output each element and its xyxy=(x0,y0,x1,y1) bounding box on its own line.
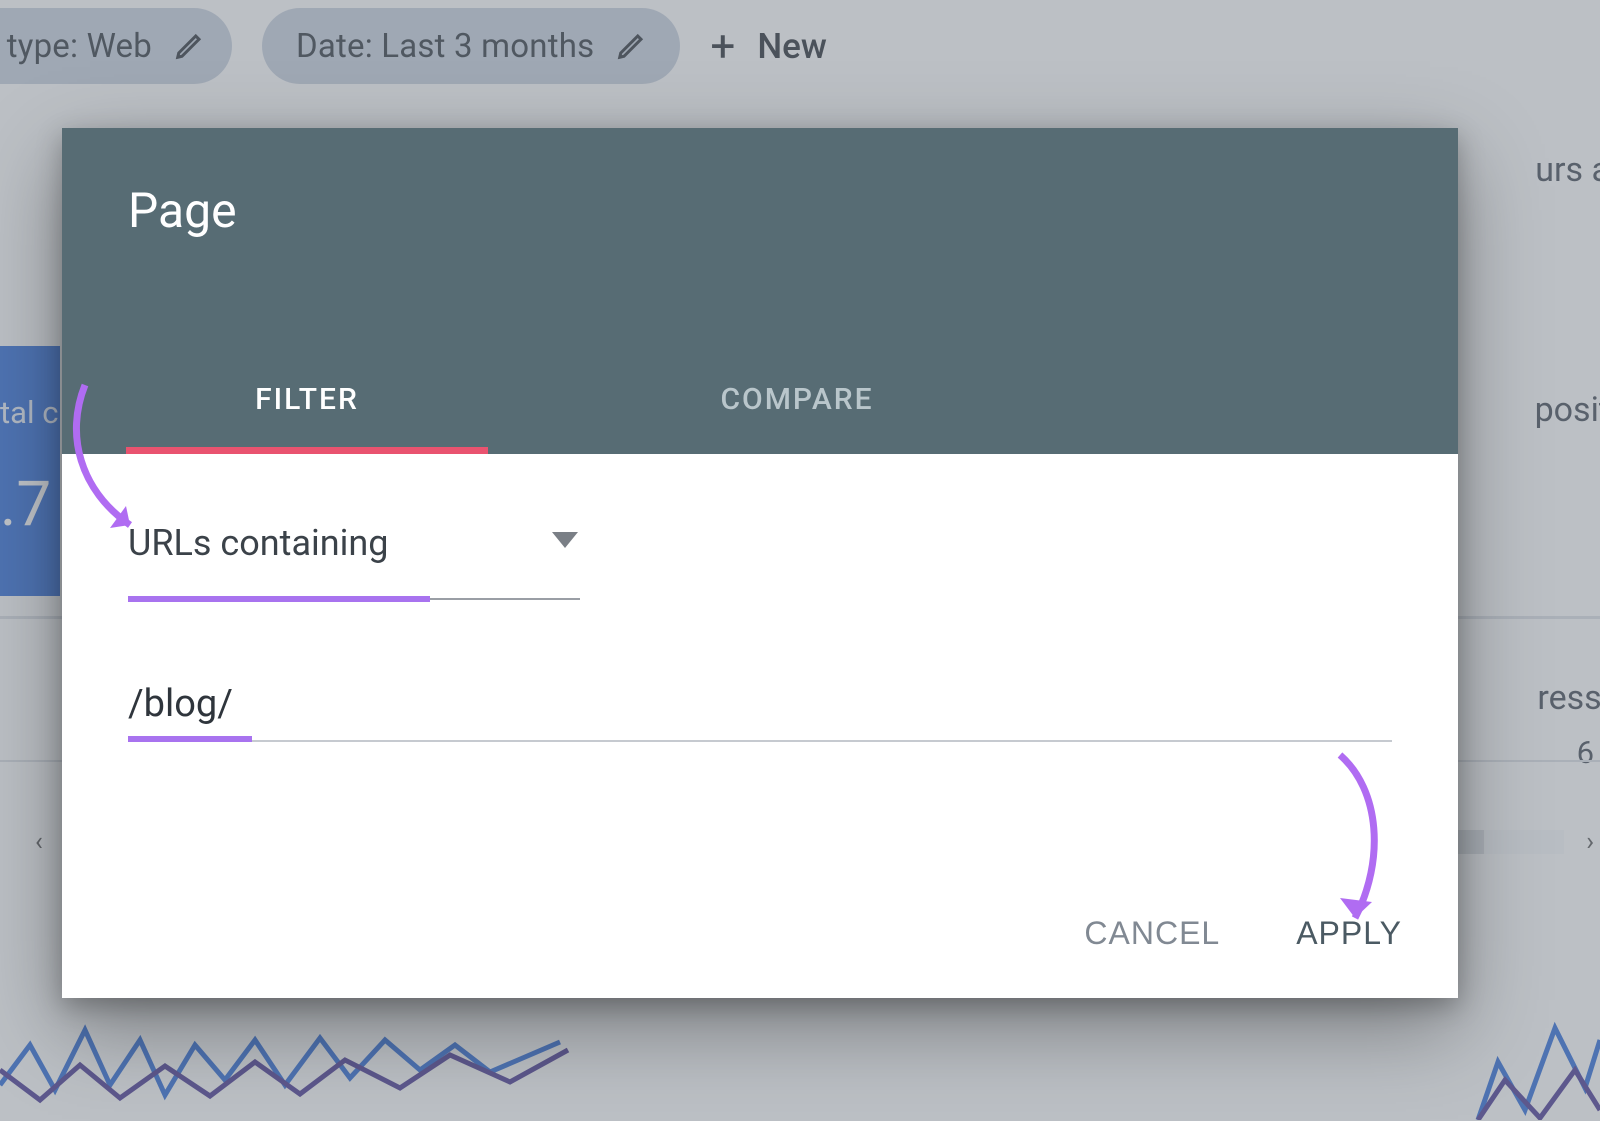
dialog-header: Page FILTER COMPARE xyxy=(62,128,1458,454)
select-underline xyxy=(128,598,580,600)
dialog-actions: CANCEL APPLY xyxy=(1078,905,1408,962)
tab-label: COMPARE xyxy=(720,382,873,417)
dialog-title: Page xyxy=(128,182,237,239)
url-filter-input[interactable] xyxy=(128,676,1392,742)
annotation-highlight xyxy=(128,736,252,742)
tab-label: FILTER xyxy=(255,382,359,417)
dialog-body: URLs containing CANCEL APPLY xyxy=(62,454,1458,998)
tab-compare[interactable]: COMPARE xyxy=(552,344,1042,454)
apply-button[interactable]: APPLY xyxy=(1290,905,1408,962)
tab-filter[interactable]: FILTER xyxy=(62,344,552,454)
url-input-row xyxy=(128,676,1392,742)
cancel-button[interactable]: CANCEL xyxy=(1078,905,1226,962)
dialog-tabs: FILTER COMPARE xyxy=(62,344,1458,454)
chevron-down-icon xyxy=(552,532,578,548)
page-filter-dialog: Page FILTER COMPARE URLs containing CANC… xyxy=(62,128,1458,998)
select-value: URLs containing xyxy=(128,522,389,564)
match-type-select[interactable]: URLs containing xyxy=(128,522,580,564)
annotation-highlight xyxy=(128,596,430,602)
